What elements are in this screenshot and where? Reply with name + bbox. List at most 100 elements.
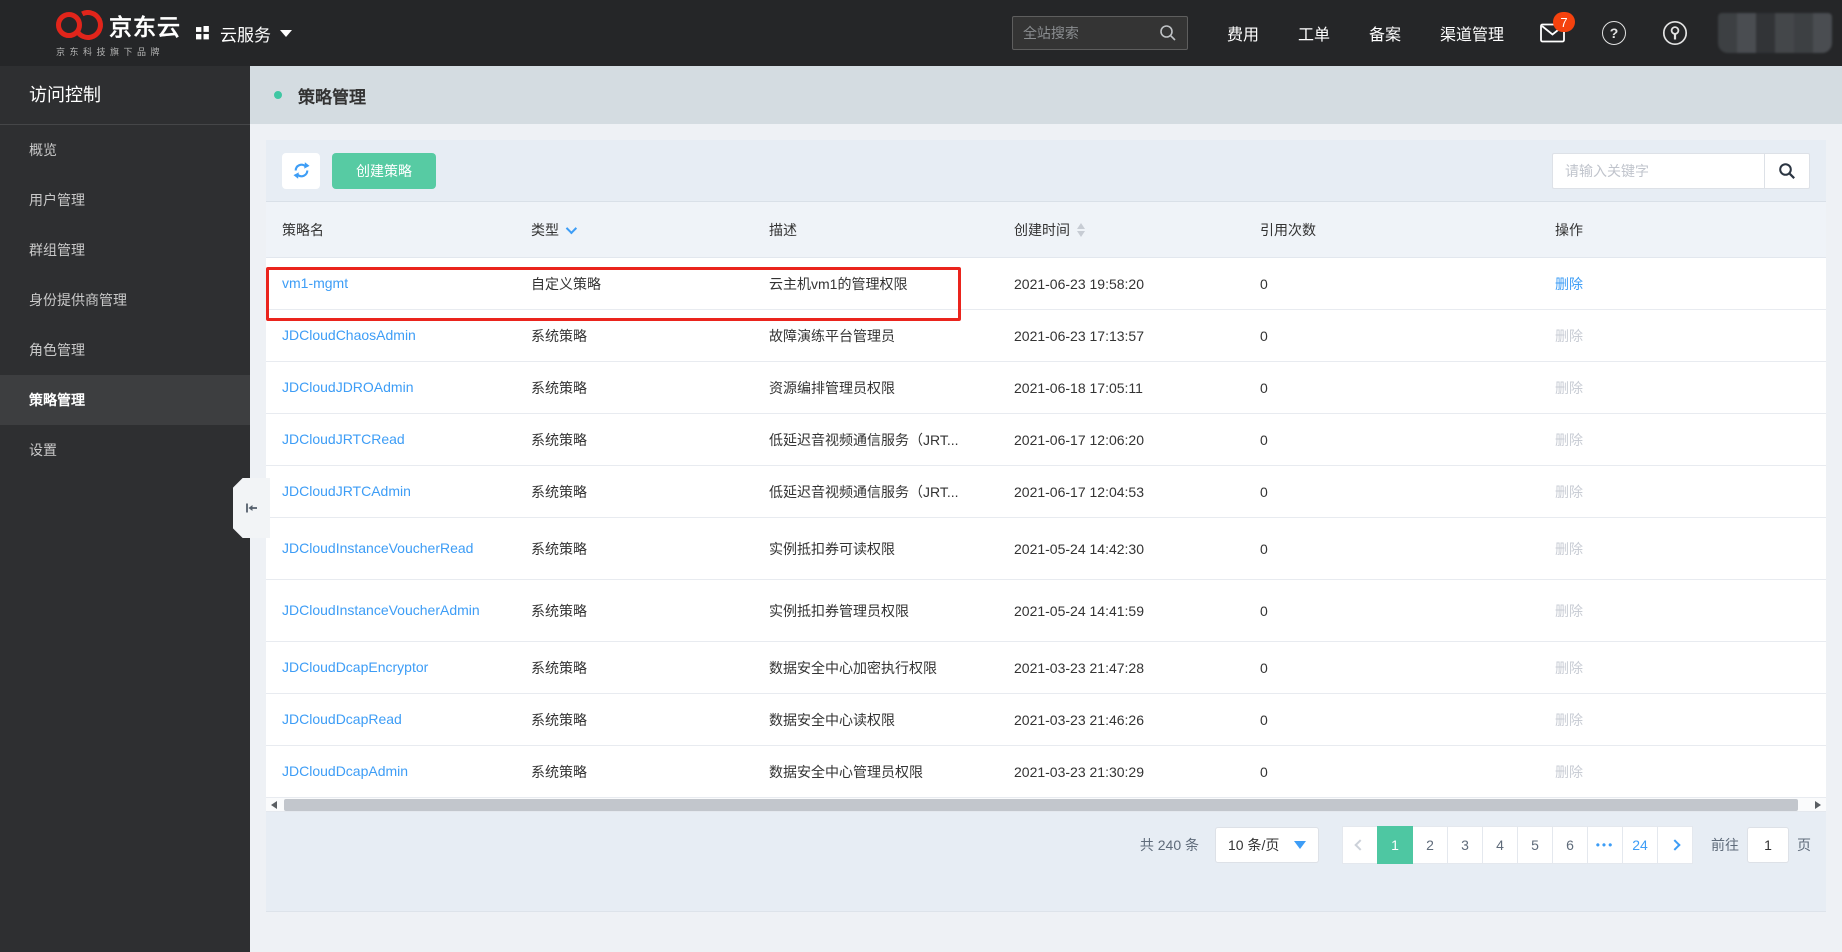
sidebar-item-role-mgmt[interactable]: 角色管理 xyxy=(0,325,250,375)
policy-refs: 0 xyxy=(1260,379,1268,396)
policy-created: 2021-03-23 21:47:28 xyxy=(1014,659,1144,676)
page-button-3[interactable]: 3 xyxy=(1447,826,1483,864)
policy-link[interactable]: JDCloudDcapRead xyxy=(282,709,402,729)
policy-desc: 实例抵扣券管理员权限 xyxy=(769,602,909,619)
account-button[interactable] xyxy=(1662,20,1688,46)
keyword-search-button[interactable] xyxy=(1764,152,1810,189)
sidebar-item-idp-mgmt[interactable]: 身份提供商管理 xyxy=(0,275,250,325)
page-button-2[interactable]: 2 xyxy=(1412,826,1448,864)
delete-button[interactable]: 删除 xyxy=(1555,276,1583,292)
scroll-left-button[interactable] xyxy=(266,798,282,812)
jdcloud-logo[interactable]: 京东云 京东科技旗下品牌 xyxy=(56,6,206,58)
scrollbar-thumb[interactable] xyxy=(284,799,1798,811)
sidebar-collapse-handle[interactable] xyxy=(233,478,270,538)
policy-link[interactable]: JDCloudInstanceVoucherRead xyxy=(282,538,473,558)
keyword-search xyxy=(1552,152,1810,189)
nav-billing[interactable]: 费用 xyxy=(1227,21,1259,45)
delete-button-disabled: 删除 xyxy=(1555,763,1583,780)
nav-tickets[interactable]: 工单 xyxy=(1298,21,1330,45)
policy-link[interactable]: JDCloudChaosAdmin xyxy=(282,325,416,345)
create-policy-button[interactable]: 创建策略 xyxy=(332,152,436,189)
policy-created: 2021-03-23 21:30:29 xyxy=(1014,763,1144,780)
table-row: vm1-mgmt 自定义策略 云主机vm1的管理权限 2021-06-23 19… xyxy=(266,258,1826,321)
policy-type: 系统策略 xyxy=(531,540,587,557)
sidebar-item-settings[interactable]: 设置 xyxy=(0,425,250,475)
product-switcher[interactable]: 云服务 xyxy=(196,0,292,66)
global-search[interactable] xyxy=(1011,16,1188,50)
global-search-input[interactable] xyxy=(1022,25,1159,41)
jdcloud-logo-icon xyxy=(56,6,107,44)
page-size-select[interactable]: 10 条/页 xyxy=(1215,827,1319,863)
policy-link[interactable]: JDCloudDcapAdmin xyxy=(282,761,408,781)
policy-desc: 低延迟音视频通信服务（JRT... xyxy=(769,431,959,448)
policy-type: 系统策略 xyxy=(531,483,587,500)
page-status-dot-icon xyxy=(274,91,282,99)
created-sort-icon[interactable] xyxy=(1077,222,1085,237)
horizontal-scrollbar xyxy=(266,798,1826,812)
policy-table: 策略名 类型 描述 创建时间 引用次数 操作 vm1-mgmt 自定义策略 云主… xyxy=(266,202,1826,812)
sidebar-item-user-mgmt[interactable]: 用户管理 xyxy=(0,175,250,225)
policy-link[interactable]: JDCloudJRTCAdmin xyxy=(282,481,411,501)
delete-button-disabled: 删除 xyxy=(1555,379,1583,396)
delete-button-disabled: 删除 xyxy=(1555,659,1583,676)
goto-page-input[interactable] xyxy=(1747,827,1789,863)
table-row: JDCloudDcapAdmin 系统策略 数据安全中心管理员权限 2021-0… xyxy=(266,746,1826,798)
nav-channel-mgmt[interactable]: 渠道管理 xyxy=(1440,21,1504,45)
chevron-left-icon xyxy=(1354,839,1366,851)
col-description: 描述 xyxy=(769,221,797,238)
table-row: JDCloudJDROAdmin 系统策略 资源编排管理员权限 2021-06-… xyxy=(266,362,1826,414)
sidebar-item-overview[interactable]: 概览 xyxy=(0,125,250,175)
sidebar-item-policy-mgmt[interactable]: 策略管理 xyxy=(0,375,250,425)
policy-type: 系统策略 xyxy=(531,659,587,676)
policy-refs: 0 xyxy=(1260,659,1268,676)
page-button-5[interactable]: 5 xyxy=(1517,826,1553,864)
policy-link[interactable]: JDCloudJDROAdmin xyxy=(282,377,413,397)
scroll-right-button[interactable] xyxy=(1810,798,1826,812)
table-row: JDCloudInstanceVoucherAdmin 系统策略 实例抵扣券管理… xyxy=(266,580,1826,642)
policy-desc: 云主机vm1的管理权限 xyxy=(769,275,908,292)
total-count: 共 240 条 xyxy=(1139,837,1199,853)
col-type: 类型 xyxy=(531,221,559,238)
policy-desc: 资源编排管理员权限 xyxy=(769,379,895,396)
page-button-24[interactable]: 24 xyxy=(1622,826,1658,864)
delete-button-disabled: 删除 xyxy=(1555,711,1583,728)
policy-link[interactable]: JDCloudJRTCRead xyxy=(282,429,405,449)
next-page-button[interactable] xyxy=(1657,826,1693,864)
policy-desc: 故障演练平台管理员 xyxy=(769,327,895,344)
page-button-6[interactable]: 6 xyxy=(1552,826,1588,864)
search-icon[interactable] xyxy=(1159,24,1177,42)
keyword-input[interactable] xyxy=(1552,152,1764,189)
main-content: 策略管理 创建策略 请输入关键字 策略名 类型 描述 创建时间 引用次数 操作 … xyxy=(250,66,1842,952)
table-row: JDCloudChaosAdmin 系统策略 故障演练平台管理员 2021-06… xyxy=(266,310,1826,362)
policy-link[interactable]: vm1-mgmt xyxy=(282,273,348,293)
select-caret-icon xyxy=(1294,841,1306,849)
page-button-4[interactable]: 4 xyxy=(1482,826,1518,864)
policy-desc: 数据安全中心加密执行权限 xyxy=(769,659,937,676)
table-row: JDCloudDcapRead 系统策略 数据安全中心读权限 2021-03-2… xyxy=(266,694,1826,746)
policy-refs: 0 xyxy=(1260,711,1268,728)
user-account-blurred[interactable] xyxy=(1718,13,1832,53)
messages-button[interactable]: 7 xyxy=(1540,12,1575,43)
table-row: JDCloudJRTCRead 系统策略 低延迟音视频通信服务（JRT... 2… xyxy=(266,414,1826,466)
topbar: 京东云 京东科技旗下品牌 云服务 费用 工单 备案 xyxy=(0,0,1842,66)
policy-refs: 0 xyxy=(1260,431,1268,448)
chevron-down-icon xyxy=(280,29,292,37)
policy-link[interactable]: JDCloudDcapEncryptor xyxy=(282,657,428,677)
sidebar-title: 访问控制 xyxy=(0,66,250,125)
policy-refs: 0 xyxy=(1260,602,1268,619)
refresh-button[interactable] xyxy=(282,152,320,189)
col-actions: 操作 xyxy=(1555,221,1583,238)
page-button-1[interactable]: 1 xyxy=(1377,826,1413,864)
policy-created: 2021-06-23 19:58:20 xyxy=(1014,275,1144,292)
table-row: JDCloudDcapEncryptor 系统策略 数据安全中心加密执行权限 2… xyxy=(266,642,1826,694)
prev-page-button[interactable] xyxy=(1342,826,1378,864)
help-button[interactable]: ? xyxy=(1602,21,1626,45)
nav-icp[interactable]: 备案 xyxy=(1369,21,1401,45)
chevron-right-icon xyxy=(1669,839,1681,851)
policy-link[interactable]: JDCloudInstanceVoucherAdmin xyxy=(282,600,480,620)
more-pages-button[interactable]: ••• xyxy=(1587,826,1623,864)
policy-created: 2021-05-24 14:42:30 xyxy=(1014,540,1144,557)
sidebar-item-group-mgmt[interactable]: 群组管理 xyxy=(0,225,250,275)
brand-subtitle: 京东科技旗下品牌 xyxy=(56,47,165,57)
type-filter-chevron-icon[interactable] xyxy=(565,222,578,234)
